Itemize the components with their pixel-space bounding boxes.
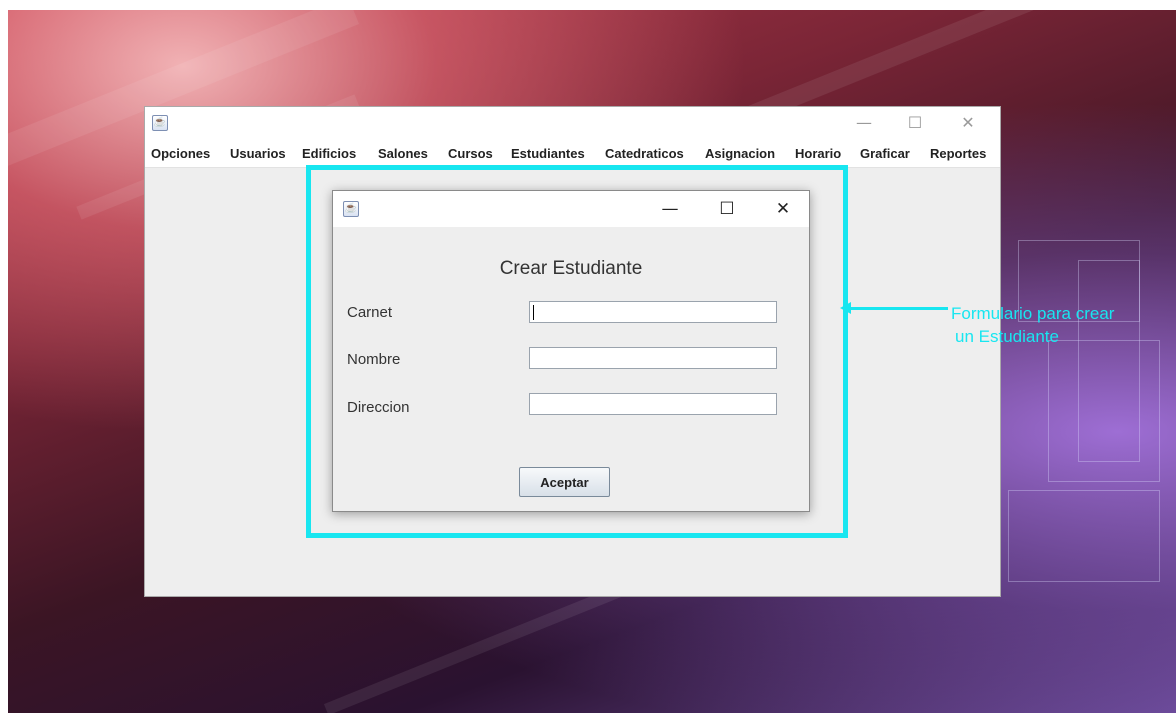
- menu-asignacion[interactable]: Asignacion: [705, 146, 775, 161]
- text-caret: [533, 305, 534, 320]
- nombre-label: Nombre: [347, 351, 401, 368]
- create-student-dialog: ☕ — ☐ ✕ Crear Estudiante Carnet Nombre D…: [332, 190, 810, 512]
- main-titlebar: ☕ — ☐ ✕: [145, 107, 1000, 141]
- annotation-text: Formulario para crear un Estudiante: [951, 302, 1171, 348]
- minimize-icon[interactable]: —: [647, 191, 693, 227]
- menu-estudiantes[interactable]: Estudiantes: [511, 146, 585, 161]
- menu-cursos[interactable]: Cursos: [448, 146, 493, 161]
- dialog-titlebar: ☕ — ☐ ✕: [333, 191, 809, 227]
- accept-button[interactable]: Aceptar: [519, 467, 610, 497]
- java-app-icon: ☕: [343, 201, 359, 217]
- java-app-icon: ☕: [152, 115, 168, 131]
- maximize-icon[interactable]: ☐: [892, 107, 938, 141]
- direccion-input[interactable]: [529, 393, 777, 415]
- annotation-line-1: Formulario para crear: [951, 304, 1115, 323]
- menu-horario[interactable]: Horario: [795, 146, 841, 161]
- close-icon[interactable]: ✕: [760, 191, 806, 227]
- menu-usuarios[interactable]: Usuarios: [230, 146, 286, 161]
- menu-salones[interactable]: Salones: [378, 146, 428, 161]
- menu-reportes[interactable]: Reportes: [930, 146, 986, 161]
- close-icon[interactable]: ✕: [945, 107, 991, 141]
- menu-bar: Opciones Usuarios Edificios Salones Curs…: [145, 141, 1000, 168]
- menu-catedraticos[interactable]: Catedraticos: [605, 146, 684, 161]
- annotation-arrow-icon: [840, 302, 851, 314]
- carnet-input[interactable]: [529, 301, 777, 323]
- form-title: Crear Estudiante: [499, 258, 643, 279]
- menu-opciones[interactable]: Opciones: [151, 146, 210, 161]
- minimize-icon[interactable]: —: [841, 107, 887, 141]
- annotation-arrow-line: [848, 307, 948, 310]
- nombre-input[interactable]: [529, 347, 777, 369]
- carnet-label: Carnet: [347, 304, 393, 321]
- maximize-icon[interactable]: ☐: [704, 191, 750, 227]
- menu-edificios[interactable]: Edificios: [302, 146, 356, 161]
- direccion-label: Direccion: [347, 399, 410, 416]
- annotation-line-2: un Estudiante: [955, 327, 1059, 346]
- menu-graficar[interactable]: Graficar: [860, 146, 910, 161]
